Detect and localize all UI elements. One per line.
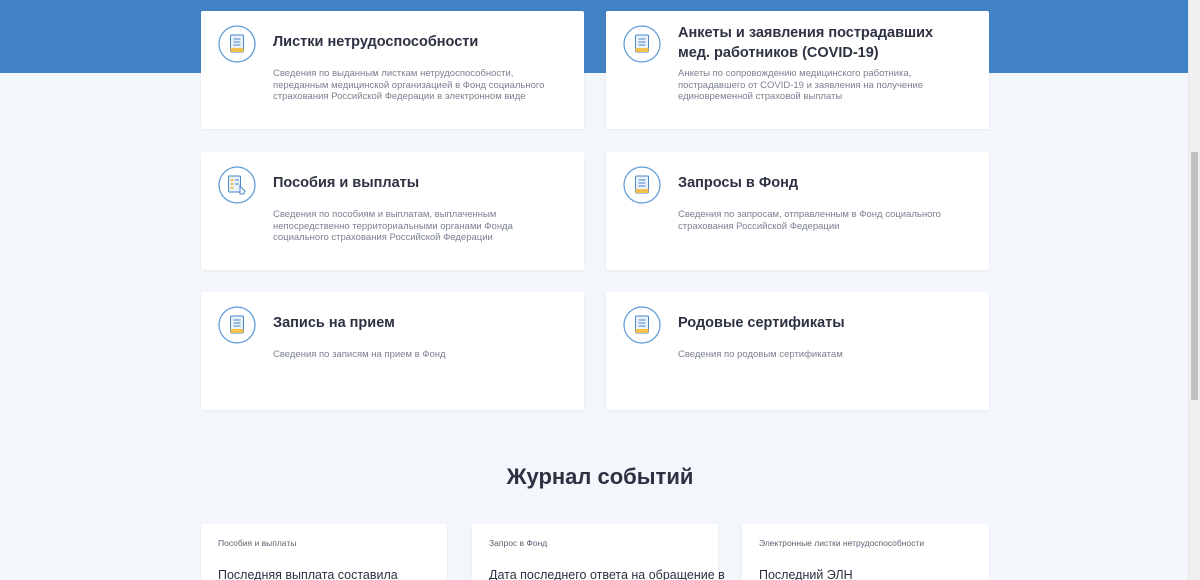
header-band — [0, 0, 1200, 73]
journal-card-benefits[interactable]: Пособия и выплаты Последняя выплата сост… — [201, 524, 447, 580]
service-title: Пособия и выплаты — [273, 175, 420, 191]
journal-text: Дата последнего ответа на обращение в — [489, 568, 725, 580]
service-title: Анкеты и заявления пострадавших мед. раб… — [678, 25, 934, 61]
document-icon — [218, 25, 256, 63]
service-description: Сведения по выданным листкам нетрудоспос… — [273, 68, 545, 103]
service-title: Запросы в Фонд — [678, 175, 799, 191]
service-card-fund-requests[interactable]: Запросы в Фонд Сведения по запросам, отп… — [606, 152, 989, 270]
journal-category: Электронные листки нетрудоспособности — [759, 538, 925, 548]
service-card-birth-certificates[interactable]: Родовые сертификаты Сведения по родовым … — [606, 292, 989, 410]
service-description: Сведения по пособиям и выплатам, выплаче… — [273, 209, 513, 244]
document-icon — [623, 166, 661, 204]
journal-card-eln[interactable]: Электронные листки нетрудоспособности По… — [742, 524, 989, 580]
service-description: Сведения по родовым сертификатам — [678, 349, 843, 360]
service-card-appointment[interactable]: Запись на прием Сведения по записям на п… — [201, 292, 584, 410]
journal-card-fund-request[interactable]: Запрос в Фонд Дата последнего ответа на … — [472, 524, 725, 580]
service-card-sick-leave[interactable]: Листки нетрудоспособности Сведения по вы… — [201, 11, 584, 129]
service-title: Родовые сертификаты — [678, 315, 845, 331]
journal-text: Последняя выплата составила — [218, 568, 398, 580]
page: Листки нетрудоспособности Сведения по вы… — [0, 0, 1200, 580]
service-description: Сведения по запросам, отправленным в Фон… — [678, 209, 941, 232]
journal-title: Журнал событий — [506, 464, 694, 489]
scrollbar[interactable] — [1188, 0, 1200, 580]
service-description: Сведения по записям на прием в Фонд — [273, 349, 446, 360]
service-title: Листки нетрудоспособности — [273, 34, 479, 50]
document-icon — [623, 25, 661, 63]
service-description: Анкеты по сопровождению медицинского раб… — [678, 68, 924, 103]
service-card-benefits[interactable]: Пособия и выплаты Сведения по пособиям и… — [201, 152, 584, 270]
scrollbar-thumb[interactable] — [1191, 152, 1198, 400]
service-card-covid-applications[interactable]: Анкеты и заявления пострадавших мед. раб… — [606, 11, 989, 129]
journal-category: Запрос в Фонд — [489, 538, 548, 548]
document-icon — [218, 306, 256, 344]
document-icon — [623, 306, 661, 344]
journal-text: Последний ЭЛН — [759, 568, 853, 580]
service-title: Запись на прием — [273, 315, 395, 331]
journal-category: Пособия и выплаты — [218, 538, 297, 548]
payment-document-icon — [218, 166, 256, 204]
